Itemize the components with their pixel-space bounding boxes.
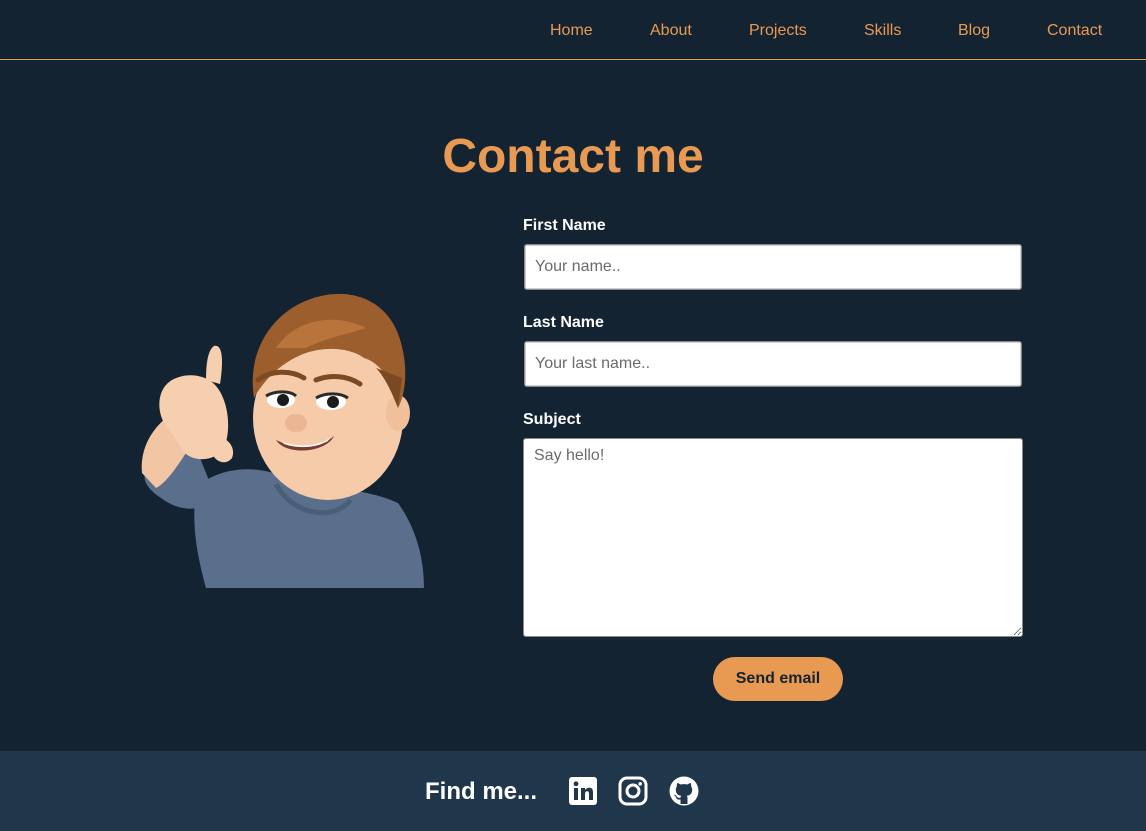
subject-label: Subject <box>523 411 581 428</box>
nav-projects-link[interactable]: Projects <box>749 21 807 41</box>
last-name-input[interactable] <box>524 341 1022 387</box>
avatar-illustration <box>141 293 424 588</box>
top-nav: Home About Projects Skills Blog Contact <box>0 0 1146 60</box>
footer: Find me... <box>0 751 1146 831</box>
find-me-label: Find me... <box>425 778 538 805</box>
first-name-input[interactable] <box>524 244 1022 290</box>
nav-contact-link[interactable]: Contact <box>1047 21 1102 41</box>
subject-textarea[interactable] <box>523 438 1023 637</box>
github-icon[interactable] <box>668 775 700 807</box>
send-email-button[interactable]: Send email <box>713 657 843 701</box>
linkedin-icon[interactable] <box>567 775 599 807</box>
instagram-icon[interactable] <box>617 775 649 807</box>
nav-about-link[interactable]: About <box>650 21 692 41</box>
last-name-label: Last Name <box>523 314 604 331</box>
nav-home-link[interactable]: Home <box>550 21 593 41</box>
first-name-label: First Name <box>523 217 606 234</box>
nav-skills-link[interactable]: Skills <box>864 21 901 41</box>
nav-blog-link[interactable]: Blog <box>958 21 990 41</box>
page-title: Contact me <box>442 130 704 183</box>
